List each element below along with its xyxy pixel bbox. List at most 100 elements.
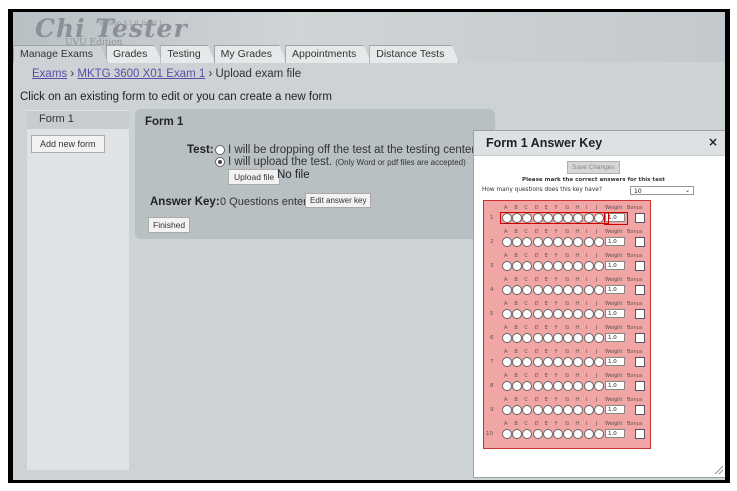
tab-distance-tests[interactable]: Distance Tests [369,45,459,63]
question-count-select[interactable]: 10 ⌄ [630,186,694,195]
answer-choice-radio[interactable] [593,405,604,415]
bonus-checkbox[interactable] [635,285,645,295]
answer-choice-radio[interactable] [532,261,543,271]
bonus-checkbox[interactable] [635,237,645,247]
answer-choice-radio[interactable] [532,333,543,343]
answer-choice-radio[interactable] [512,429,523,439]
dropoff-radio[interactable] [215,145,225,155]
sidebar-item-form-1[interactable]: Form 1 [27,111,129,129]
answer-choice-radio[interactable] [553,405,563,415]
answer-choice-radio[interactable] [502,285,512,295]
answer-choice-radio[interactable] [563,261,574,271]
answer-choice-radio[interactable] [563,333,574,343]
answer-choice-radio[interactable] [563,405,574,415]
bonus-checkbox[interactable] [635,309,645,319]
tab-my-grades[interactable]: My Grades [214,45,287,63]
answer-choice-radio[interactable] [502,357,512,367]
answer-choice-radio[interactable] [532,237,543,247]
answer-choice-radio[interactable] [573,309,584,319]
answer-choice-radio[interactable] [553,309,563,319]
answer-choice-radio[interactable] [532,381,543,391]
answer-choice-radio[interactable] [563,357,574,367]
answer-choice-radio[interactable] [553,429,563,439]
answer-choice-radio[interactable] [583,333,594,343]
answer-choice-radio[interactable] [573,429,584,439]
answer-choice-radio[interactable] [512,405,523,415]
answer-choice-radio[interactable] [502,381,512,391]
answer-choice-radio[interactable] [502,261,512,271]
answer-choice-radio[interactable] [573,333,584,343]
answer-choice-radio[interactable] [512,237,523,247]
answer-choice-radio[interactable] [553,285,563,295]
answer-choice-radio[interactable] [512,381,523,391]
bonus-checkbox[interactable] [635,261,645,271]
answer-choice-radio[interactable] [542,237,553,247]
tab-appointments[interactable]: Appointments [285,45,371,63]
answer-choice-radio[interactable] [542,333,553,343]
answer-choice-radio[interactable] [563,285,574,295]
answer-choice-radio[interactable] [532,309,543,319]
answer-choice-radio[interactable] [532,405,543,415]
answer-choice-radio[interactable] [502,237,512,247]
answer-choice-radio[interactable] [512,261,523,271]
answer-choice-radio[interactable] [522,285,533,295]
weight-input[interactable]: 1.0 [605,381,625,390]
answer-choice-radio[interactable] [593,381,604,391]
answer-choice-radio[interactable] [563,429,574,439]
add-new-form-button[interactable]: Add new form [31,135,105,153]
bonus-checkbox[interactable] [635,381,645,391]
answer-choice-radio[interactable] [583,357,594,367]
resize-handle-icon[interactable] [715,466,723,474]
option-dropoff-row[interactable]: I will be dropping off the test at the t… [215,144,478,156]
answer-choice-radio[interactable] [532,285,543,295]
upload-radio[interactable] [215,157,225,167]
answer-choice-radio[interactable] [522,333,533,343]
answer-choice-radio[interactable] [573,405,584,415]
answer-choice-radio[interactable] [573,285,584,295]
weight-input[interactable]: 1.0 [605,429,625,438]
answer-choice-radio[interactable] [542,405,553,415]
answer-choice-radio[interactable] [522,381,533,391]
answer-choice-radio[interactable] [593,429,604,439]
answer-choice-radio[interactable] [512,285,523,295]
answer-choice-radio[interactable] [593,309,604,319]
answer-choice-radio[interactable] [553,381,563,391]
answer-choice-radio[interactable] [573,357,584,367]
answer-choice-radio[interactable] [593,261,604,271]
answer-choice-radio[interactable] [583,381,594,391]
close-icon[interactable]: × [708,135,718,149]
answer-choice-radio[interactable] [593,357,604,367]
answer-choice-radio[interactable] [573,237,584,247]
answer-choice-radio[interactable] [502,333,512,343]
answer-choice-radio[interactable] [512,309,523,319]
answer-choice-radio[interactable] [532,429,543,439]
answer-choice-radio[interactable] [542,357,553,367]
weight-input[interactable]: 1.0 [605,333,625,342]
answer-choice-radio[interactable] [542,381,553,391]
answer-choice-radio[interactable] [542,429,553,439]
answer-choice-radio[interactable] [522,261,533,271]
answer-choice-radio[interactable] [583,237,594,247]
bonus-checkbox[interactable] [635,357,645,367]
answer-choice-radio[interactable] [522,405,533,415]
weight-input[interactable]: 1.0 [605,285,625,294]
finished-button[interactable]: Finished [148,217,191,233]
breadcrumb-exam-link[interactable]: MKTG 3600 X01 Exam 1 [77,68,205,80]
tab-testing[interactable]: Testing [160,45,215,63]
answer-choice-radio[interactable] [593,237,604,247]
answer-choice-radio[interactable] [502,429,512,439]
answer-choice-radio[interactable] [542,285,553,295]
weight-input[interactable]: 1.0 [605,357,625,366]
answer-choice-radio[interactable] [563,381,574,391]
answer-choice-radio[interactable] [563,309,574,319]
answer-choice-radio[interactable] [553,333,563,343]
answer-choice-radio[interactable] [522,429,533,439]
answer-choice-radio[interactable] [573,261,584,271]
weight-input[interactable]: 1.0 [605,309,625,318]
answer-choice-radio[interactable] [502,405,512,415]
answer-choice-radio[interactable] [522,237,533,247]
answer-choice-radio[interactable] [512,357,523,367]
answer-choice-radio[interactable] [553,357,563,367]
tab-manage-exams[interactable]: Manage Exams [13,45,108,63]
answer-choice-radio[interactable] [593,285,604,295]
